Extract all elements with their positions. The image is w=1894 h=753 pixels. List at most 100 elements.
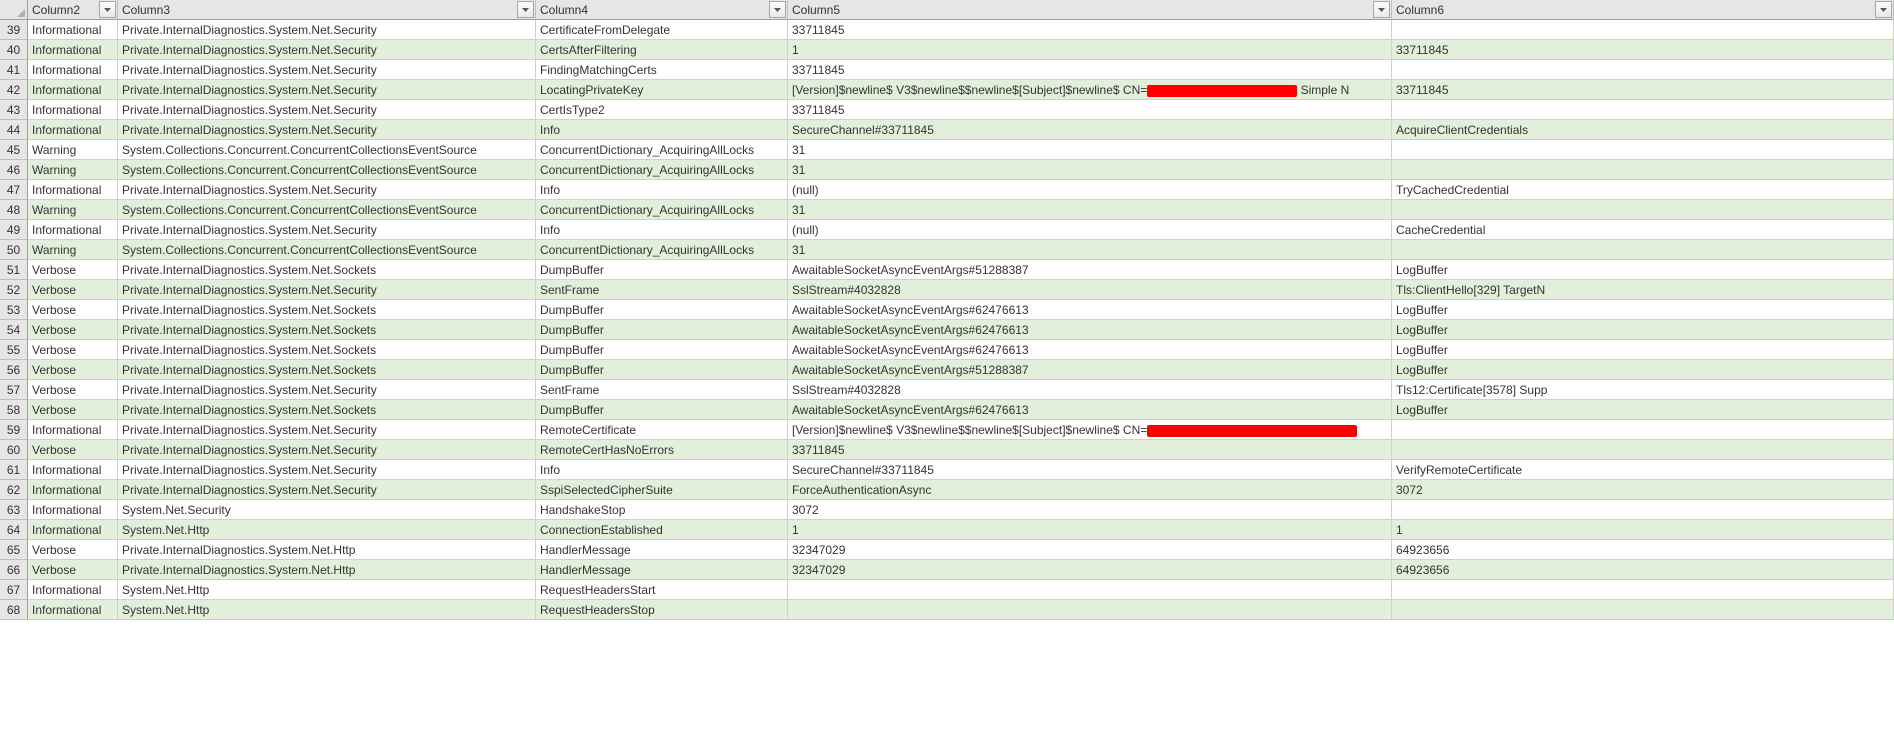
cell-c5[interactable]: AwaitableSocketAsyncEventArgs#62476613 bbox=[788, 320, 1392, 340]
cell-c3[interactable]: Private.InternalDiagnostics.System.Net.S… bbox=[118, 220, 536, 240]
cell-c3[interactable]: System.Net.Http bbox=[118, 520, 536, 540]
row-header[interactable]: 63 bbox=[0, 500, 28, 520]
cell-c2[interactable]: Verbose bbox=[28, 440, 118, 460]
cell-c5[interactable] bbox=[788, 580, 1392, 600]
cell-c6[interactable]: 3072 bbox=[1392, 480, 1894, 500]
cell-c4[interactable]: Info bbox=[536, 220, 788, 240]
filter-dropdown-icon[interactable] bbox=[1875, 1, 1892, 18]
row-header[interactable]: 55 bbox=[0, 340, 28, 360]
cell-c5[interactable]: 1 bbox=[788, 40, 1392, 60]
cell-c5[interactable]: 32347029 bbox=[788, 540, 1392, 560]
cell-c6[interactable] bbox=[1392, 20, 1894, 40]
filter-dropdown-icon[interactable] bbox=[769, 1, 786, 18]
cell-c2[interactable]: Verbose bbox=[28, 280, 118, 300]
cell-c4[interactable]: RequestHeadersStop bbox=[536, 600, 788, 620]
cell-c2[interactable]: Verbose bbox=[28, 360, 118, 380]
cell-c6[interactable] bbox=[1392, 200, 1894, 220]
cell-c4[interactable]: DumpBuffer bbox=[536, 320, 788, 340]
row-header[interactable]: 45 bbox=[0, 140, 28, 160]
cell-c6[interactable] bbox=[1392, 440, 1894, 460]
cell-c6[interactable]: CacheCredential bbox=[1392, 220, 1894, 240]
cell-c5[interactable]: (null) bbox=[788, 180, 1392, 200]
cell-c2[interactable]: Informational bbox=[28, 80, 118, 100]
cell-c3[interactable]: Private.InternalDiagnostics.System.Net.S… bbox=[118, 40, 536, 60]
cell-c3[interactable]: Private.InternalDiagnostics.System.Net.S… bbox=[118, 80, 536, 100]
cell-c4[interactable]: ConcurrentDictionary_AcquiringAllLocks bbox=[536, 160, 788, 180]
cell-c2[interactable]: Warning bbox=[28, 140, 118, 160]
cell-c6[interactable]: Tls:ClientHello[329] TargetN bbox=[1392, 280, 1894, 300]
cell-c5[interactable]: 33711845 bbox=[788, 440, 1392, 460]
cell-c5[interactable]: 33711845 bbox=[788, 60, 1392, 80]
cell-c5[interactable]: SecureChannel#33711845 bbox=[788, 120, 1392, 140]
cell-c2[interactable]: Informational bbox=[28, 60, 118, 80]
cell-c5[interactable]: AwaitableSocketAsyncEventArgs#62476613 bbox=[788, 400, 1392, 420]
row-header[interactable]: 59 bbox=[0, 420, 28, 440]
cell-c2[interactable]: Verbose bbox=[28, 380, 118, 400]
cell-c4[interactable]: ConcurrentDictionary_AcquiringAllLocks bbox=[536, 140, 788, 160]
cell-c4[interactable]: CertificateFromDelegate bbox=[536, 20, 788, 40]
cell-c4[interactable]: LocatingPrivateKey bbox=[536, 80, 788, 100]
cell-c2[interactable]: Informational bbox=[28, 100, 118, 120]
cell-c2[interactable]: Verbose bbox=[28, 260, 118, 280]
cell-c3[interactable]: Private.InternalDiagnostics.System.Net.S… bbox=[118, 320, 536, 340]
row-header[interactable]: 51 bbox=[0, 260, 28, 280]
cell-c4[interactable]: HandlerMessage bbox=[536, 560, 788, 580]
row-header[interactable]: 66 bbox=[0, 560, 28, 580]
row-header[interactable]: 48 bbox=[0, 200, 28, 220]
cell-c5[interactable]: 1 bbox=[788, 520, 1392, 540]
cell-c2[interactable]: Warning bbox=[28, 160, 118, 180]
cell-c3[interactable]: Private.InternalDiagnostics.System.Net.S… bbox=[118, 380, 536, 400]
cell-c5[interactable] bbox=[788, 600, 1392, 620]
row-header[interactable]: 40 bbox=[0, 40, 28, 60]
row-header[interactable]: 39 bbox=[0, 20, 28, 40]
cell-c4[interactable]: ConcurrentDictionary_AcquiringAllLocks bbox=[536, 200, 788, 220]
row-header[interactable]: 46 bbox=[0, 160, 28, 180]
cell-c5[interactable]: SecureChannel#33711845 bbox=[788, 460, 1392, 480]
cell-c3[interactable]: Private.InternalDiagnostics.System.Net.S… bbox=[118, 340, 536, 360]
cell-c2[interactable]: Verbose bbox=[28, 320, 118, 340]
cell-c4[interactable]: ConnectionEstablished bbox=[536, 520, 788, 540]
cell-c2[interactable]: Warning bbox=[28, 200, 118, 220]
cell-c3[interactable]: Private.InternalDiagnostics.System.Net.S… bbox=[118, 360, 536, 380]
cell-c4[interactable]: Info bbox=[536, 180, 788, 200]
cell-c6[interactable]: LogBuffer bbox=[1392, 360, 1894, 380]
row-header[interactable]: 62 bbox=[0, 480, 28, 500]
row-header[interactable]: 47 bbox=[0, 180, 28, 200]
cell-c6[interactable] bbox=[1392, 600, 1894, 620]
cell-c6[interactable]: 64923656 bbox=[1392, 560, 1894, 580]
spreadsheet-grid[interactable]: Column2Column3Column4Column5Column639Inf… bbox=[0, 0, 1894, 620]
cell-c4[interactable]: RequestHeadersStart bbox=[536, 580, 788, 600]
cell-c2[interactable]: Verbose bbox=[28, 560, 118, 580]
cell-c4[interactable]: CertsAfterFiltering bbox=[536, 40, 788, 60]
cell-c3[interactable]: Private.InternalDiagnostics.System.Net.S… bbox=[118, 440, 536, 460]
cell-c2[interactable]: Informational bbox=[28, 180, 118, 200]
row-header[interactable]: 52 bbox=[0, 280, 28, 300]
cell-c2[interactable]: Informational bbox=[28, 20, 118, 40]
cell-c6[interactable] bbox=[1392, 420, 1894, 440]
cell-c2[interactable]: Warning bbox=[28, 240, 118, 260]
cell-c2[interactable]: Informational bbox=[28, 120, 118, 140]
cell-c5[interactable]: AwaitableSocketAsyncEventArgs#51288387 bbox=[788, 360, 1392, 380]
filter-dropdown-icon[interactable] bbox=[99, 1, 116, 18]
cell-c2[interactable]: Verbose bbox=[28, 540, 118, 560]
cell-c2[interactable]: Informational bbox=[28, 580, 118, 600]
cell-c4[interactable]: DumpBuffer bbox=[536, 260, 788, 280]
cell-c4[interactable]: FindingMatchingCerts bbox=[536, 60, 788, 80]
cell-c4[interactable]: Info bbox=[536, 120, 788, 140]
cell-c2[interactable]: Informational bbox=[28, 460, 118, 480]
cell-c4[interactable]: SspiSelectedCipherSuite bbox=[536, 480, 788, 500]
cell-c6[interactable]: VerifyRemoteCertificate bbox=[1392, 460, 1894, 480]
cell-c6[interactable]: LogBuffer bbox=[1392, 320, 1894, 340]
cell-c5[interactable]: 33711845 bbox=[788, 100, 1392, 120]
cell-c6[interactable]: 33711845 bbox=[1392, 80, 1894, 100]
cell-c2[interactable]: Informational bbox=[28, 220, 118, 240]
cell-c6[interactable] bbox=[1392, 140, 1894, 160]
cell-c6[interactable] bbox=[1392, 240, 1894, 260]
cell-c3[interactable]: Private.InternalDiagnostics.System.Net.S… bbox=[118, 100, 536, 120]
cell-c5[interactable]: AwaitableSocketAsyncEventArgs#62476613 bbox=[788, 300, 1392, 320]
cell-c2[interactable]: Verbose bbox=[28, 340, 118, 360]
cell-c3[interactable]: Private.InternalDiagnostics.System.Net.S… bbox=[118, 20, 536, 40]
cell-c3[interactable]: Private.InternalDiagnostics.System.Net.S… bbox=[118, 180, 536, 200]
row-header[interactable]: 43 bbox=[0, 100, 28, 120]
row-header[interactable]: 60 bbox=[0, 440, 28, 460]
